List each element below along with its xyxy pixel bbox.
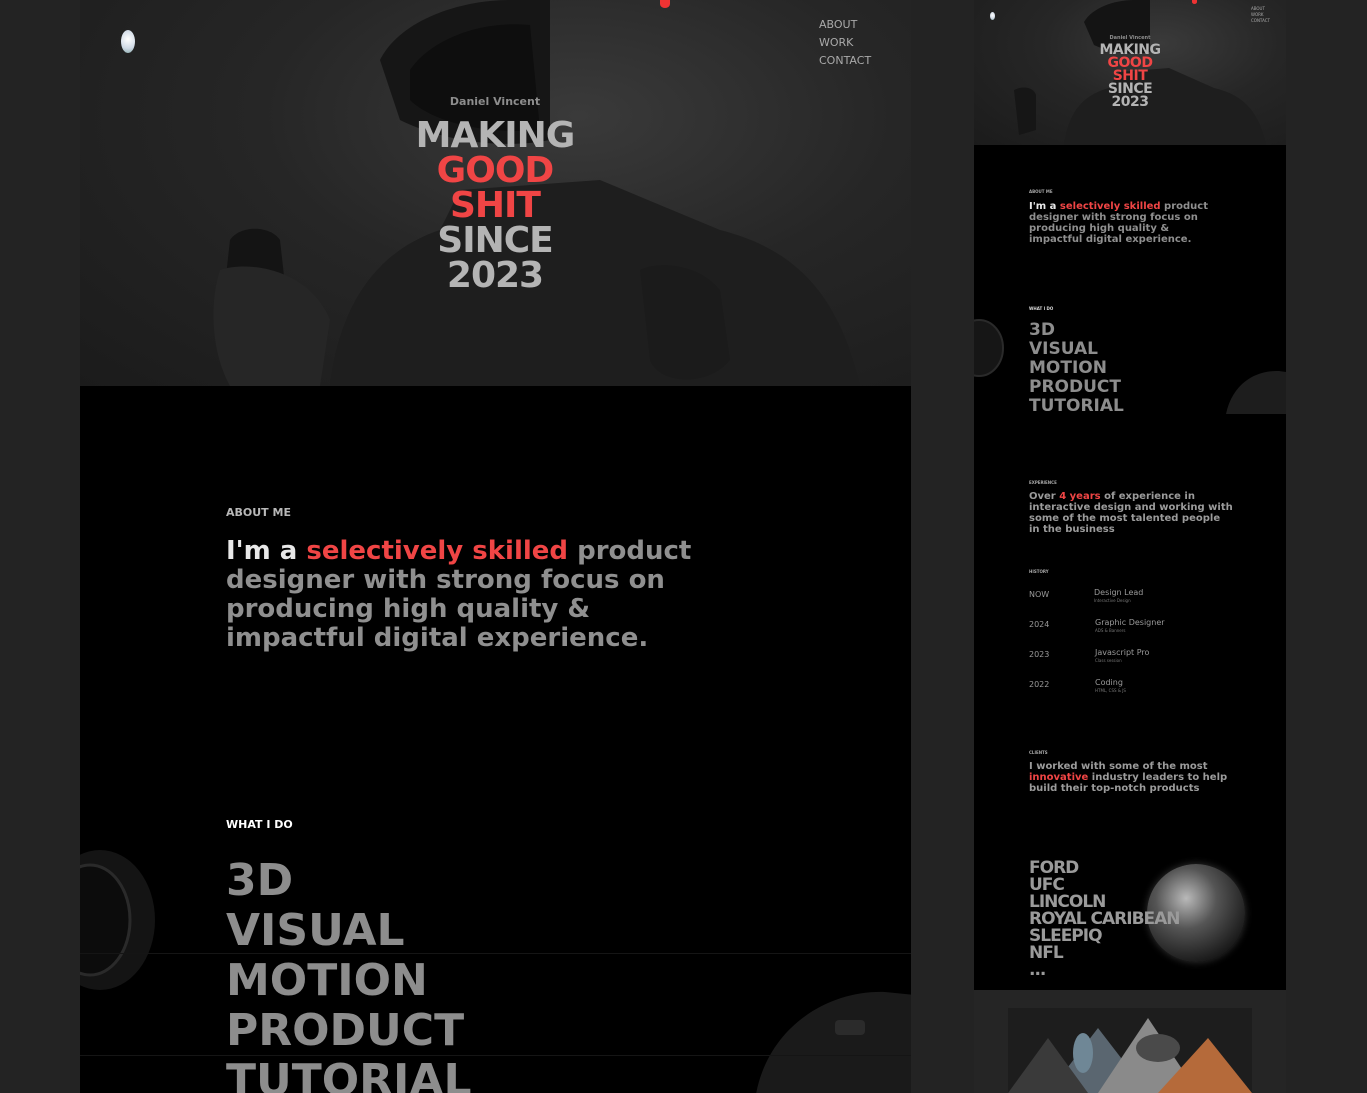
top-nav: ABOUT WORK CONTACT [819, 16, 871, 70]
about-text: I'm a selectively skilled product design… [226, 537, 706, 653]
hero-headline: MAKING GOOD SHIT SINCE 2023 [1092, 43, 1168, 110]
history-title: Graphic Designer [1095, 618, 1165, 627]
headline-word: SHIT [449, 185, 541, 226]
history-label: HISTORY [1029, 569, 1049, 574]
services-list: 3D VISUAL MOTION PRODUCT TUTORIAL [226, 856, 472, 1093]
service-item: TUTORIAL [1029, 396, 1124, 416]
hero-section-small: ABOUT WORK CONTACT Daniel Vincent MAKING… [974, 0, 1286, 145]
experience-text-start: Over [1029, 491, 1060, 502]
experience-highlight: 4 years [1059, 491, 1101, 502]
red-dot-decoration [660, 0, 670, 8]
history-title: Coding [1095, 678, 1123, 687]
service-item: TUTORIAL [226, 1055, 472, 1093]
history-subtitle: ADS & Banners [1095, 628, 1126, 633]
experience-label: EXPERIENCE [1029, 480, 1057, 485]
nav-contact[interactable]: CONTACT [819, 52, 871, 70]
history-row: 2023 Javascript Pro Class session [1029, 648, 1229, 668]
site-logo[interactable] [990, 12, 995, 20]
site-author-name: Daniel Vincent [449, 95, 541, 108]
history-title: Javascript Pro [1095, 648, 1150, 657]
headline-word: MAKING [415, 115, 576, 156]
hero-headline: MAKING GOOD SHIT SINCE 2023 [395, 115, 595, 296]
brand-item: NFL [1029, 943, 1064, 963]
about-label: ABOUT ME [1029, 189, 1053, 194]
service-item: VISUAL [1029, 339, 1098, 359]
vr-controller-image [1226, 370, 1286, 414]
divider-line [80, 953, 911, 954]
about-label: ABOUT ME [226, 506, 291, 519]
history-row: NOW Design Lead Interactive Design [1029, 588, 1229, 608]
service-item: PRODUCT [226, 1005, 465, 1056]
desktop-preview: ABOUT WORK CONTACT Daniel Vincent MAKING… [80, 0, 911, 1093]
service-item: MOTION [1029, 358, 1107, 378]
service-item: 3D [1029, 320, 1055, 340]
camera-lens-image [80, 850, 155, 990]
about-text: I'm a selectively skilled product design… [1029, 201, 1209, 245]
vr-controller-image [756, 991, 911, 1093]
site-author-name: Daniel Vincent [1109, 35, 1151, 41]
about-text-start: I'm a [226, 536, 307, 566]
history-row: 2024 Graphic Designer ADS & Banners [1029, 618, 1229, 638]
red-dot-decoration [1192, 0, 1197, 4]
history-year: 2023 [1029, 650, 1050, 659]
brand-item: ... [1029, 960, 1046, 980]
history-year: 2024 [1029, 620, 1050, 629]
what-i-do-label: WHAT I DO [226, 818, 293, 831]
history-year: 2022 [1029, 680, 1050, 689]
clients-text: I worked with some of the most innovativ… [1029, 761, 1234, 794]
service-item: MOTION [226, 955, 428, 1006]
clients-text-start: I worked with some of the most [1029, 761, 1208, 772]
service-item: 3D [226, 855, 294, 906]
clients-highlight: innovative [1029, 772, 1089, 783]
history-year: NOW [1029, 590, 1050, 599]
headline-word: SINCE [437, 220, 553, 261]
product-gallery-image [1008, 1008, 1252, 1093]
about-text-start: I'm a [1029, 201, 1060, 212]
nav-work[interactable]: WORK [819, 34, 871, 52]
experience-text: Over 4 years of experience in interactiv… [1029, 491, 1234, 535]
clients-label: CLIENTS [1029, 750, 1048, 755]
full-page-preview: ABOUT WORK CONTACT Daniel Vincent MAKING… [974, 0, 1286, 1093]
service-item: VISUAL [226, 905, 405, 956]
camera-lens-image [974, 319, 1004, 377]
service-item: PRODUCT [1029, 377, 1121, 397]
top-nav: ABOUT WORK CONTACT [1251, 6, 1270, 24]
what-i-do-label: WHAT I DO [1029, 306, 1054, 311]
hero-section: ABOUT WORK CONTACT Daniel Vincent MAKING… [80, 0, 911, 386]
client-brands: FORD UFC LINCOLN ROYAL CARIBEAN SLEEPIQ … [1029, 860, 1181, 980]
history-title: Design Lead [1094, 588, 1144, 597]
divider-line [80, 1055, 911, 1056]
about-highlight: selectively skilled [1059, 201, 1161, 212]
history-row: 2022 Coding HTML, CSS & JS [1029, 678, 1229, 698]
site-logo[interactable] [121, 30, 135, 53]
services-list: 3D VISUAL MOTION PRODUCT TUTORIAL [1029, 321, 1124, 416]
nav-about[interactable]: ABOUT [819, 16, 871, 34]
headline-word: 2023 [446, 255, 544, 296]
headline-word: 2023 [1111, 94, 1149, 110]
history-subtitle: HTML, CSS & JS [1095, 688, 1126, 693]
history-subtitle: Interactive Design [1094, 598, 1131, 603]
nav-contact[interactable]: CONTACT [1251, 18, 1270, 24]
headline-word: GOOD [436, 150, 555, 191]
about-highlight: selectively skilled [306, 536, 569, 566]
history-subtitle: Class session [1095, 658, 1122, 663]
